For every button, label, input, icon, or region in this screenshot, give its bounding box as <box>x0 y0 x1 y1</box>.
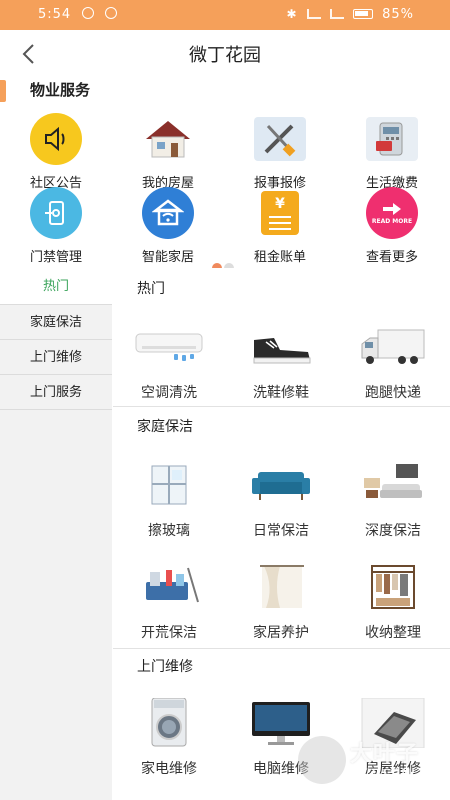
status-bar: 5:54 ✱ 85% <box>0 0 450 30</box>
service-item[interactable]: 深度保洁 <box>337 460 449 540</box>
category-divider <box>113 648 450 649</box>
watermark-text: 大叶子 <box>350 742 420 767</box>
section-accent <box>0 80 6 102</box>
status-time: 5:54 <box>38 7 118 22</box>
service-content: 热门 空调清洗 洗鞋修鞋 跑腿快递 家庭保洁 擦玻璃 日常保洁 深度保洁 开荒保… <box>113 268 450 800</box>
battery-icon <box>352 9 373 19</box>
watermark-subtext: DYZ.COM <box>352 768 413 778</box>
service-view-more[interactable]: READ MORE 查看更多 <box>336 186 448 265</box>
sidebar-item-home-repair[interactable]: 上门维修 <box>0 340 112 375</box>
service-item[interactable]: 开荒保洁 <box>113 562 225 642</box>
service-name: 深度保洁 <box>365 523 421 539</box>
bluetooth-icon: ✱ <box>286 7 298 21</box>
section-title-property: 物业服务 <box>30 81 91 99</box>
category-divider <box>113 406 450 407</box>
eye-icon <box>82 7 95 19</box>
service-item[interactable]: 家居养护 <box>225 562 337 642</box>
service-item[interactable]: 擦玻璃 <box>113 460 225 540</box>
card-reader-icon <box>366 117 418 161</box>
watermark: 大叶子 DYZ.COM <box>296 732 436 790</box>
service-item[interactable]: 空调清洗 <box>113 322 225 402</box>
sofa-icon <box>244 460 318 510</box>
service-name: 擦玻璃 <box>148 523 190 539</box>
wardrobe-icon <box>356 562 430 612</box>
rent-bill-icon: ¥ <box>261 191 299 235</box>
house-icon <box>146 121 190 158</box>
service-access-control[interactable]: 门禁管理 <box>0 186 112 265</box>
category-title: 热门 <box>137 281 165 297</box>
service-label: 门禁管理 <box>29 250 82 265</box>
service-name: 空调清洗 <box>141 385 197 401</box>
service-item[interactable]: 家电维修 <box>113 697 225 778</box>
nav-bar: 微丁花园 <box>0 30 450 76</box>
notification-icon <box>105 7 118 19</box>
washing-machine-icon <box>132 697 206 748</box>
service-name: 开荒保洁 <box>141 625 197 641</box>
category-title: 家庭保洁 <box>137 419 193 435</box>
sneaker-icon <box>244 322 318 372</box>
battery-percent: 85% <box>382 7 414 22</box>
cleaning-kit-icon <box>132 562 206 612</box>
window-icon <box>132 460 206 510</box>
signal-icon <box>329 9 344 19</box>
status-indicators: ✱ 85% <box>286 7 414 22</box>
page-title: 微丁花园 <box>189 45 261 66</box>
service-name: 跑腿快递 <box>365 385 421 401</box>
service-label: 查看更多 <box>365 250 418 265</box>
service-name: 洗鞋修鞋 <box>253 385 309 401</box>
speaker-icon <box>30 113 82 165</box>
service-community-notice[interactable]: 社区公告 <box>0 112 112 191</box>
sidebar-item-home-cleaning[interactable]: 家庭保洁 <box>0 305 112 340</box>
wifi-icon <box>306 9 321 19</box>
air-conditioner-icon <box>132 322 206 372</box>
door-access-icon <box>30 187 82 239</box>
service-smart-home[interactable]: 智能家居 <box>112 186 224 265</box>
category-sidebar: 热门 家庭保洁 上门维修 上门服务 <box>0 268 112 800</box>
service-name: 日常保洁 <box>253 523 309 539</box>
service-item[interactable]: 洗鞋修鞋 <box>225 322 337 402</box>
service-name: 家居养护 <box>253 625 309 641</box>
sidebar-item-hot[interactable]: 热门 <box>0 268 112 305</box>
living-room-icon <box>356 460 430 510</box>
service-item[interactable]: 日常保洁 <box>225 460 337 540</box>
service-item[interactable]: 跑腿快递 <box>337 322 449 402</box>
service-label: 租金账单 <box>253 250 306 265</box>
service-rent-bill[interactable]: ¥ 租金账单 <box>224 186 336 265</box>
service-name: 收纳整理 <box>365 625 421 641</box>
watermark-logo-icon <box>298 736 346 784</box>
service-report-repair[interactable]: 报事报修 <box>224 112 336 191</box>
curtain-icon <box>244 562 318 612</box>
service-my-house[interactable]: 我的房屋 <box>112 112 224 191</box>
read-more-badge: READ MORE <box>371 217 413 225</box>
service-utility-payment[interactable]: 生活缴费 <box>336 112 448 191</box>
clock-text: 5:54 <box>38 7 72 22</box>
tools-icon <box>254 117 306 161</box>
sidebar-item-home-service[interactable]: 上门服务 <box>0 375 112 410</box>
service-item[interactable]: 收纳整理 <box>337 562 449 642</box>
service-label: 智能家居 <box>141 250 194 265</box>
delivery-truck-icon <box>356 322 430 372</box>
smart-home-wifi-icon <box>142 187 194 239</box>
category-title: 上门维修 <box>137 659 193 675</box>
read-more-icon: READ MORE <box>366 187 418 239</box>
service-name: 家电维修 <box>141 761 197 777</box>
